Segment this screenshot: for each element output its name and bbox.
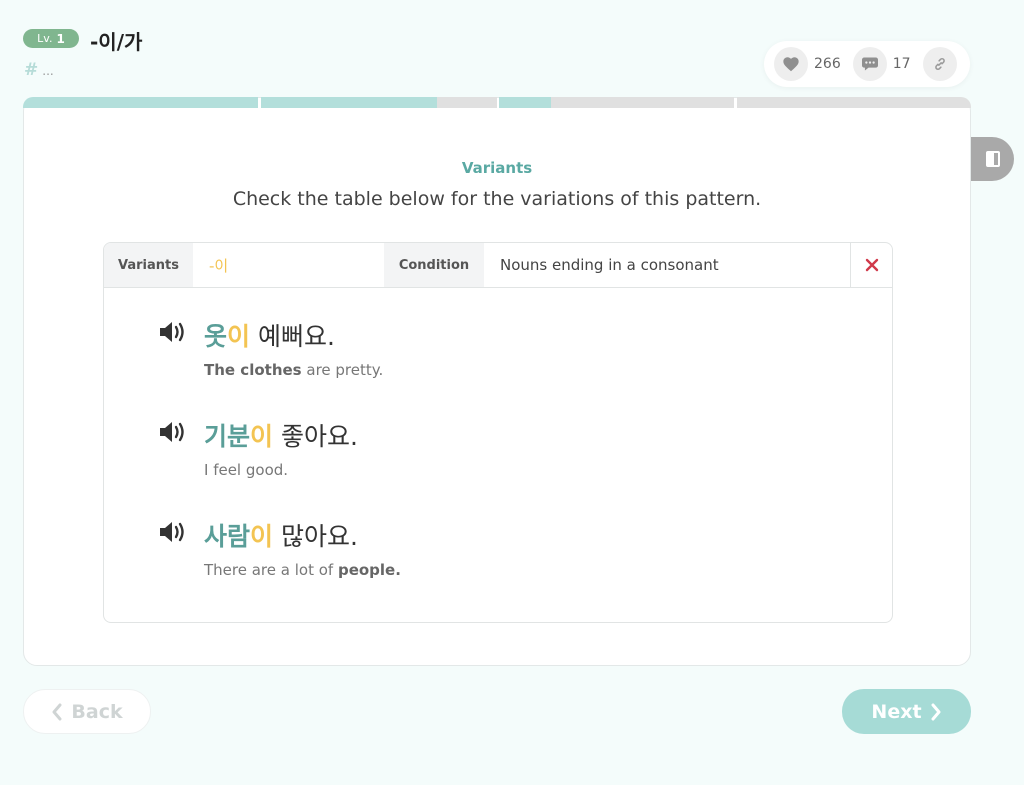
level-number: 1 (56, 31, 65, 46)
next-label: Next (871, 700, 922, 723)
back-label: Back (71, 700, 123, 723)
close-variant-button[interactable] (850, 243, 892, 287)
next-button[interactable]: Next (842, 689, 971, 734)
comments-count: 17 (892, 56, 911, 72)
translation-rest: are pretty. (301, 361, 384, 379)
particle: 이 (227, 322, 251, 351)
chevron-left-icon (52, 703, 62, 720)
notes-tab[interactable] (971, 137, 1014, 181)
section-label: Variants (461, 159, 533, 177)
translation-rest: There are a lot of (204, 561, 338, 579)
variant-value: -이 (209, 256, 229, 275)
like-stat: 266 (774, 47, 841, 81)
condition-value: Nouns ending in a consonant (500, 256, 719, 274)
hashtag-row[interactable]: # ... (24, 60, 54, 80)
korean-sentence: 기분이 좋아요. (204, 417, 358, 453)
level-prefix: Lv. (37, 32, 53, 45)
pattern-title: -이/가 (90, 30, 143, 54)
example-sentence: 옷이 예뻐요. The clothes are pretty. (158, 317, 383, 379)
stats-pill: 266 17 (764, 41, 970, 87)
likes-count: 266 (814, 56, 841, 72)
predicate: 많아요. (273, 522, 358, 551)
chevron-right-icon (931, 703, 941, 720)
variant-table-header: Variants -이 Condition Nouns ending in a … (104, 243, 892, 288)
predicate: 예뻐요. (250, 322, 335, 351)
english-translation: The clothes are pretty. (204, 361, 383, 379)
speaker-icon[interactable] (158, 521, 188, 543)
variants-label: Variants (104, 243, 193, 287)
progress-segment (499, 97, 551, 108)
heart-icon (783, 57, 799, 72)
condition-label: Condition (384, 243, 484, 287)
comment-stat: 17 (852, 47, 911, 81)
english-translation: There are a lot of people. (204, 561, 401, 579)
progress-segment (551, 97, 734, 108)
hash-icon: # (24, 60, 39, 80)
variant-table: Variants -이 Condition Nouns ending in a … (103, 242, 893, 623)
speaker-icon[interactable] (158, 421, 188, 443)
like-button[interactable] (774, 47, 808, 81)
noun: 옷 (204, 322, 228, 351)
section-description: Check the table below for the variations… (232, 188, 762, 210)
note-icon (985, 151, 1000, 167)
link-icon (934, 58, 945, 70)
progress-segment (261, 97, 437, 108)
example-sentence: 사람이 많아요. There are a lot of people. (158, 517, 401, 579)
progress-segment (437, 97, 497, 108)
noun: 사람 (204, 522, 251, 551)
particle: 이 (250, 522, 274, 551)
predicate: 좋아요. (273, 422, 358, 451)
noun: 기분 (204, 422, 251, 451)
comment-button[interactable] (852, 47, 887, 81)
translation-bold: The clothes (204, 361, 302, 379)
progress-segment (23, 97, 258, 108)
translation-bold: people. (337, 561, 401, 579)
english-translation: I feel good. (204, 461, 289, 479)
back-button[interactable]: Back (23, 689, 151, 734)
comment-icon (861, 57, 878, 71)
lesson-progress-bar (23, 97, 971, 108)
progress-segment (737, 97, 971, 108)
example-sentence: 기분이 좋아요. I feel good. (158, 417, 358, 479)
speaker-icon[interactable] (158, 321, 188, 343)
close-icon (865, 258, 878, 272)
share-link-button[interactable] (922, 47, 957, 81)
particle: 이 (250, 422, 274, 451)
hashtag-list: ... (42, 64, 54, 78)
korean-sentence: 옷이 예뻐요. (204, 317, 383, 353)
level-badge: Lv. 1 (23, 29, 79, 48)
korean-sentence: 사람이 많아요. (204, 517, 401, 553)
